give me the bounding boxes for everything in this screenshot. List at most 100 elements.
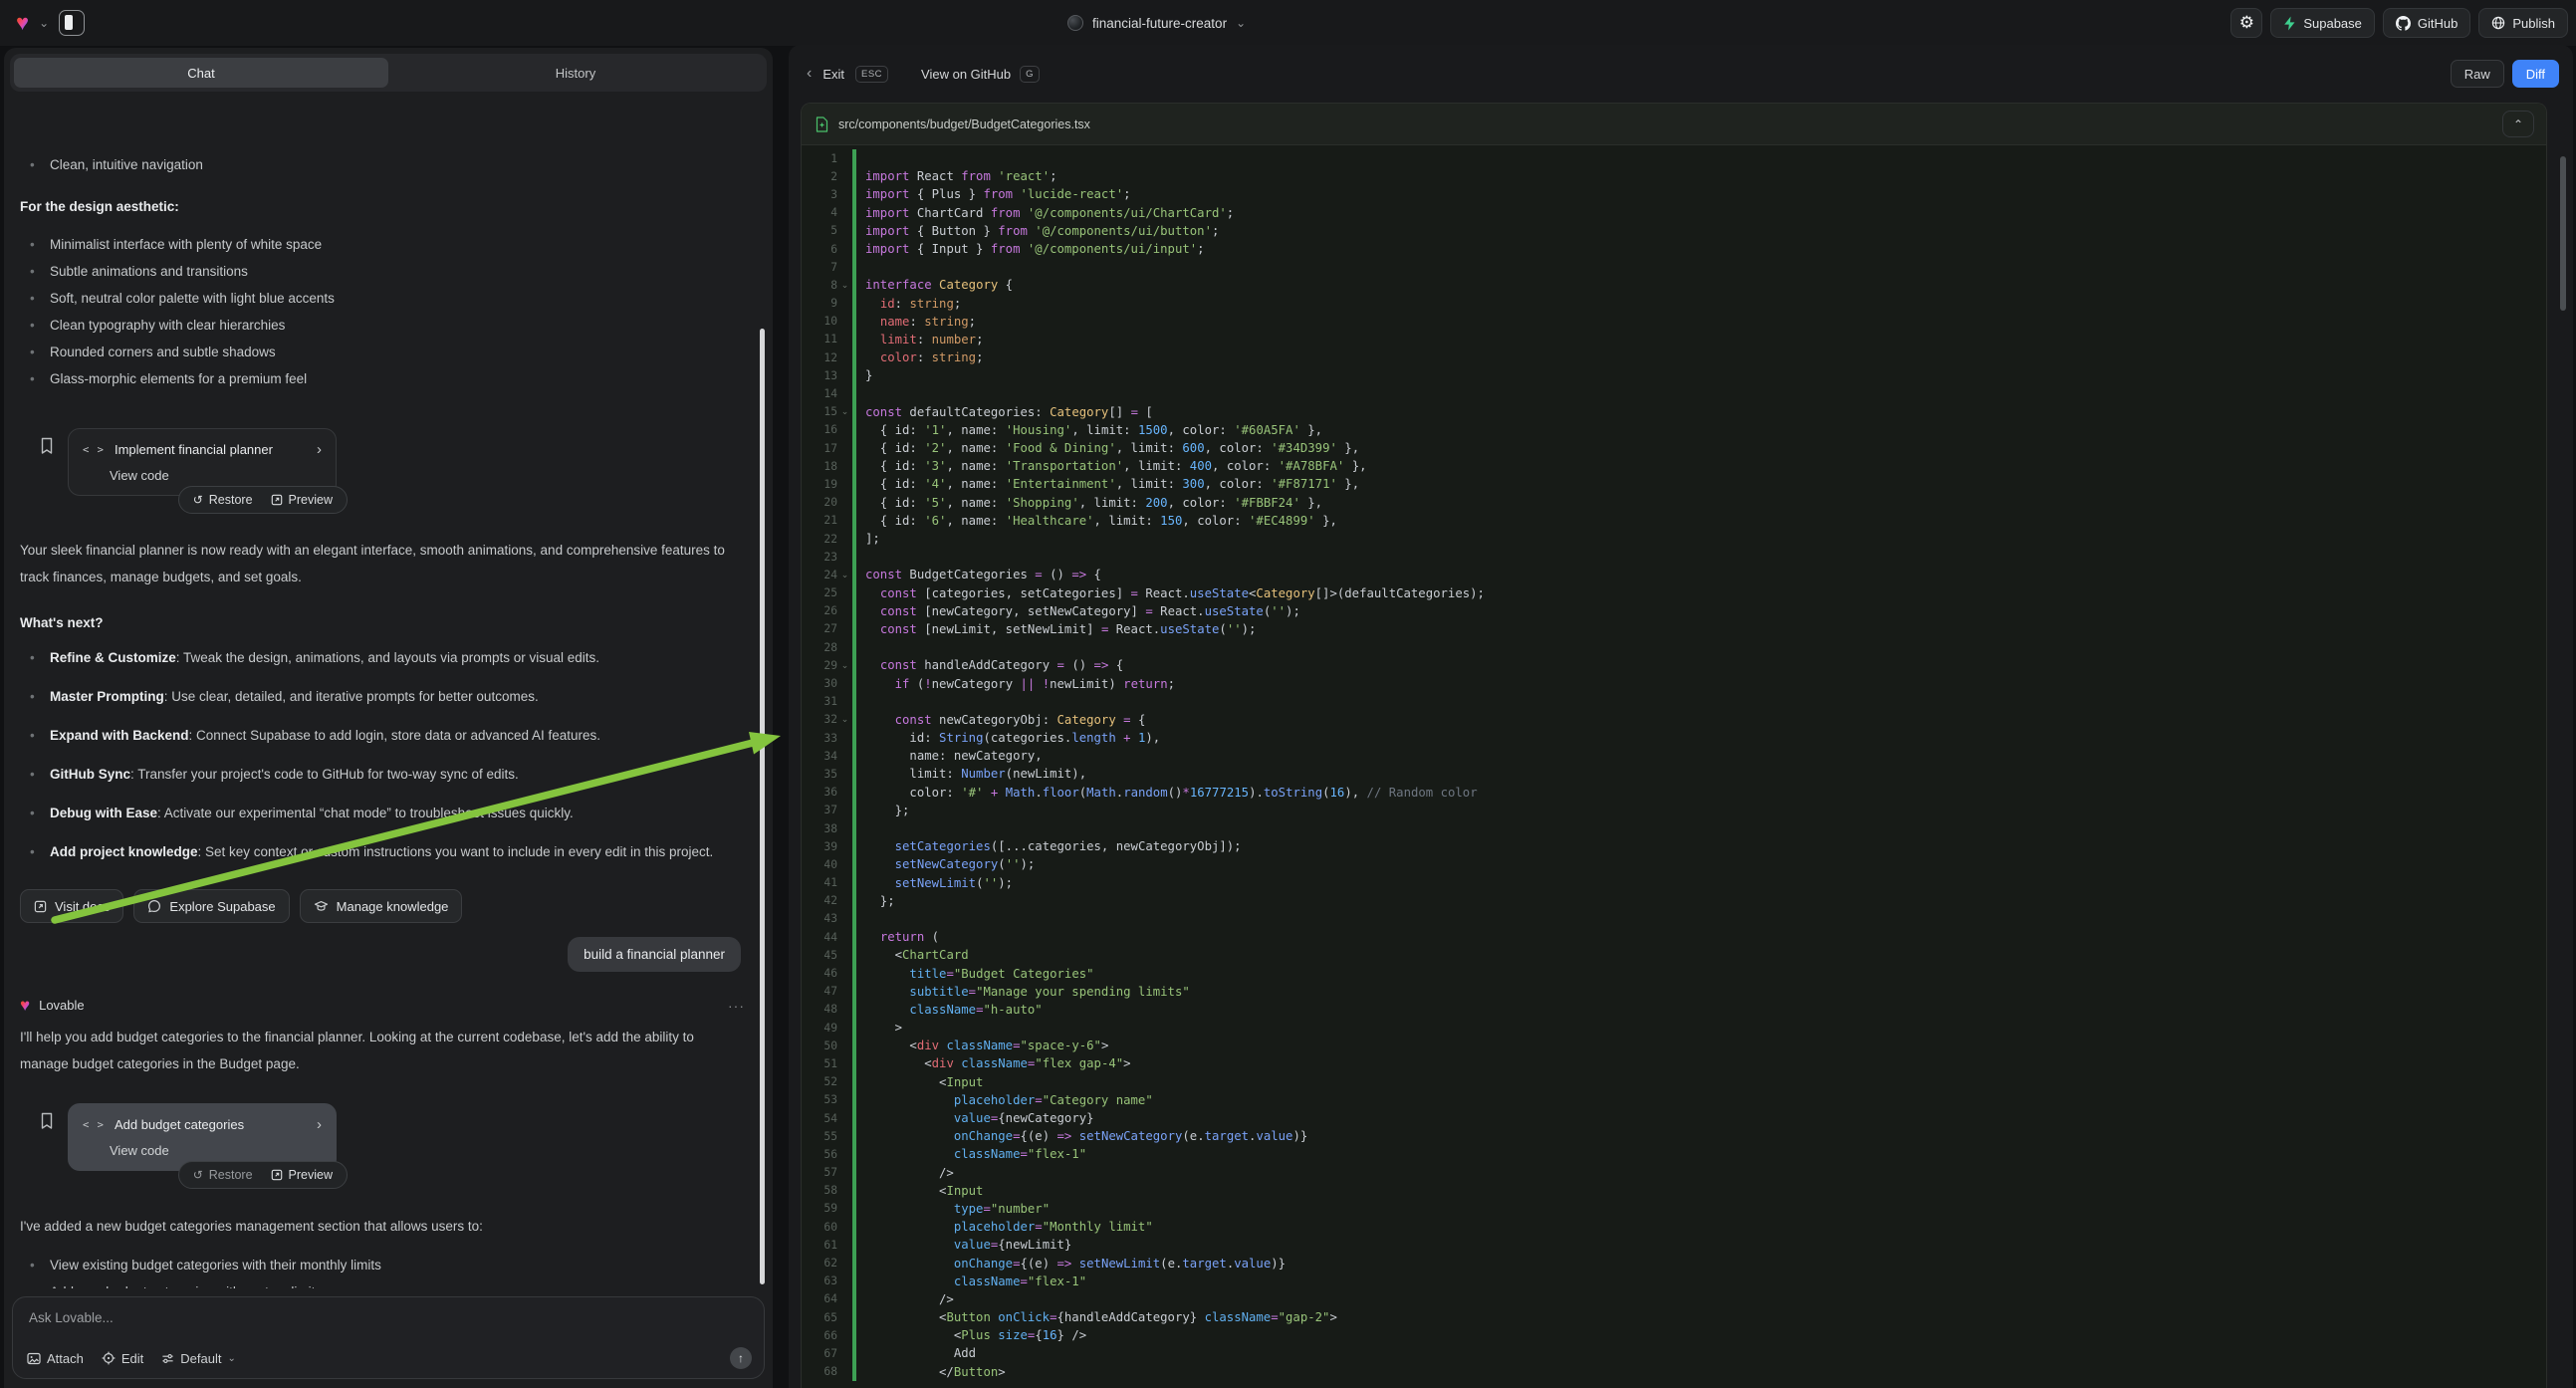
diff-added-marker	[852, 1037, 856, 1054]
version-card-implement-financial-planner[interactable]: < > Implement financial planner › View c…	[68, 428, 337, 496]
line-number: 1	[802, 152, 837, 165]
code-line: 53 placeholder="Category name"	[802, 1091, 2546, 1109]
line-number: 6	[802, 243, 837, 256]
list-item: View existing budget categories with the…	[20, 1252, 745, 1278]
preview-button[interactable]: Preview	[271, 1168, 333, 1182]
supabase-button[interactable]: Supabase	[2270, 8, 2375, 38]
diff-added-marker	[852, 674, 856, 692]
code-line: 32⌄ const newCategoryObj: Category = {	[802, 711, 2546, 729]
sidebar-toggle-button[interactable]	[59, 10, 85, 36]
line-number: 63	[802, 1274, 837, 1287]
mode-select[interactable]: Default ⌄	[161, 1351, 236, 1366]
diff-added-marker	[852, 366, 856, 384]
code-line: 44 return (	[802, 928, 2546, 946]
line-number: 50	[802, 1040, 837, 1052]
manage-knowledge-button[interactable]: Manage knowledge	[300, 889, 463, 923]
line-number: 15	[802, 405, 837, 418]
restore-icon: ↺	[193, 493, 203, 507]
code-line: 3import { Plus } from 'lucide-react';	[802, 185, 2546, 203]
diff-added-marker	[852, 837, 856, 855]
preview-button[interactable]: Preview	[271, 493, 333, 507]
code-line: 52 <Input	[802, 1073, 2546, 1091]
ask-lovable-input[interactable]: Ask Lovable... Attach Edit Default ⌄ ↑	[12, 1296, 765, 1379]
list-item: Glass-morphic elements for a premium fee…	[20, 365, 745, 392]
fold-chevron-icon[interactable]: ⌄	[837, 660, 852, 671]
view-code-link[interactable]: View code	[110, 468, 322, 483]
project-switcher[interactable]: financial-future-creator ⌄	[1067, 0, 1246, 46]
line-number: 66	[802, 1329, 837, 1342]
version-actions-pill: ↺ Restore Preview	[178, 486, 348, 514]
chat-message-list[interactable]: Clean, intuitive navigation For the desi…	[4, 139, 773, 1288]
explore-supabase-button[interactable]: Explore Supabase	[133, 889, 289, 923]
fold-chevron-icon[interactable]: ⌄	[837, 406, 852, 417]
code-line: 13}	[802, 366, 2546, 384]
code-line: 65 <Button onClick={handleAddCategory} c…	[802, 1308, 2546, 1326]
assistant-name: Lovable	[39, 998, 719, 1013]
bookmark-icon[interactable]	[40, 1112, 54, 1130]
code-text: { id: '1', name: 'Housing', limit: 1500,…	[865, 423, 1322, 437]
line-number: 47	[802, 985, 837, 998]
publish-button[interactable]: Publish	[2478, 8, 2568, 38]
view-on-github-button[interactable]: View on GitHub	[921, 67, 1011, 82]
sliders-icon	[161, 1352, 174, 1365]
edit-button[interactable]: Edit	[102, 1351, 143, 1366]
code-text: }	[865, 368, 872, 382]
logo-chevron-down-icon[interactable]: ⌄	[39, 16, 49, 30]
raw-toggle-button[interactable]: Raw	[2451, 60, 2504, 88]
exit-button[interactable]: Exit	[822, 67, 844, 82]
attach-button[interactable]: Attach	[27, 1351, 84, 1366]
bookmark-icon[interactable]	[40, 437, 54, 455]
diff-added-marker	[852, 276, 856, 294]
code-scrollbar-thumb[interactable]	[2560, 156, 2566, 311]
visit-docs-button[interactable]: Visit docs	[20, 889, 123, 923]
diff-added-marker	[852, 313, 856, 331]
diff-toggle-button[interactable]: Diff	[2512, 60, 2559, 88]
design-bullet-list: Minimalist interface with plenty of whit…	[20, 231, 745, 392]
line-number: 32	[802, 713, 837, 726]
code-text: { id: '6', name: 'Healthcare', limit: 15…	[865, 514, 1337, 528]
diff-added-marker	[852, 1109, 856, 1127]
code-text: const [newCategory, setNewCategory] = Re…	[865, 604, 1300, 618]
code-line: 51 <div className="flex gap-4">	[802, 1054, 2546, 1072]
line-number: 17	[802, 442, 837, 455]
back-chevron-icon[interactable]: ‹	[807, 65, 812, 83]
fold-chevron-icon[interactable]: ⌄	[837, 570, 852, 580]
settings-button[interactable]: ⚙	[2230, 8, 2262, 38]
tab-chat[interactable]: Chat	[14, 58, 388, 88]
file-path-bar[interactable]: src/components/budget/BudgetCategories.t…	[802, 104, 2546, 145]
code-line: 7	[802, 258, 2546, 276]
line-number: 29	[802, 659, 837, 672]
arrow-up-icon: ↑	[738, 1351, 744, 1365]
tab-history[interactable]: History	[388, 58, 763, 88]
restore-button[interactable]: ↺ Restore	[193, 493, 253, 507]
line-number: 33	[802, 732, 837, 745]
lovable-logo-icon[interactable]: ♥	[16, 12, 29, 34]
code-text: value={newLimit}	[865, 1238, 1071, 1252]
github-button[interactable]: GitHub	[2383, 8, 2470, 38]
send-button[interactable]: ↑	[730, 1347, 752, 1369]
diff-added-marker	[852, 1001, 856, 1019]
code-text: limit: Number(newLimit),	[865, 767, 1086, 781]
whats-next-heading: What's next?	[20, 615, 745, 630]
restore-button[interactable]: ↺ Restore	[193, 1168, 253, 1182]
version-card-add-budget-categories[interactable]: < > Add budget categories › View code ↺ …	[68, 1103, 337, 1171]
fold-chevron-icon[interactable]: ⌄	[837, 714, 852, 725]
chevron-down-icon: ⌄	[227, 1353, 235, 1364]
list-item: Subtle animations and transitions	[20, 258, 745, 285]
project-name: financial-future-creator	[1092, 16, 1227, 31]
diff-added-marker	[852, 222, 856, 240]
code-text: setNewLimit('');	[865, 876, 1013, 890]
fold-chevron-icon[interactable]: ⌄	[837, 280, 852, 291]
diff-added-marker	[852, 1019, 856, 1037]
line-number: 16	[802, 423, 837, 436]
diff-added-marker	[852, 747, 856, 765]
code-editor[interactable]: 12import React from 'react';3import { Pl…	[802, 145, 2546, 1381]
more-options-icon[interactable]: ···	[728, 998, 745, 1014]
collapse-file-button[interactable]: ⌃	[2502, 111, 2534, 137]
chat-scrollbar-thumb[interactable]	[760, 329, 765, 1284]
line-number: 42	[802, 894, 837, 907]
line-number: 67	[802, 1347, 837, 1360]
diff-added-marker	[852, 983, 856, 1001]
code-line: 46 title="Budget Categories"	[802, 964, 2546, 982]
view-code-link[interactable]: View code	[110, 1143, 322, 1158]
